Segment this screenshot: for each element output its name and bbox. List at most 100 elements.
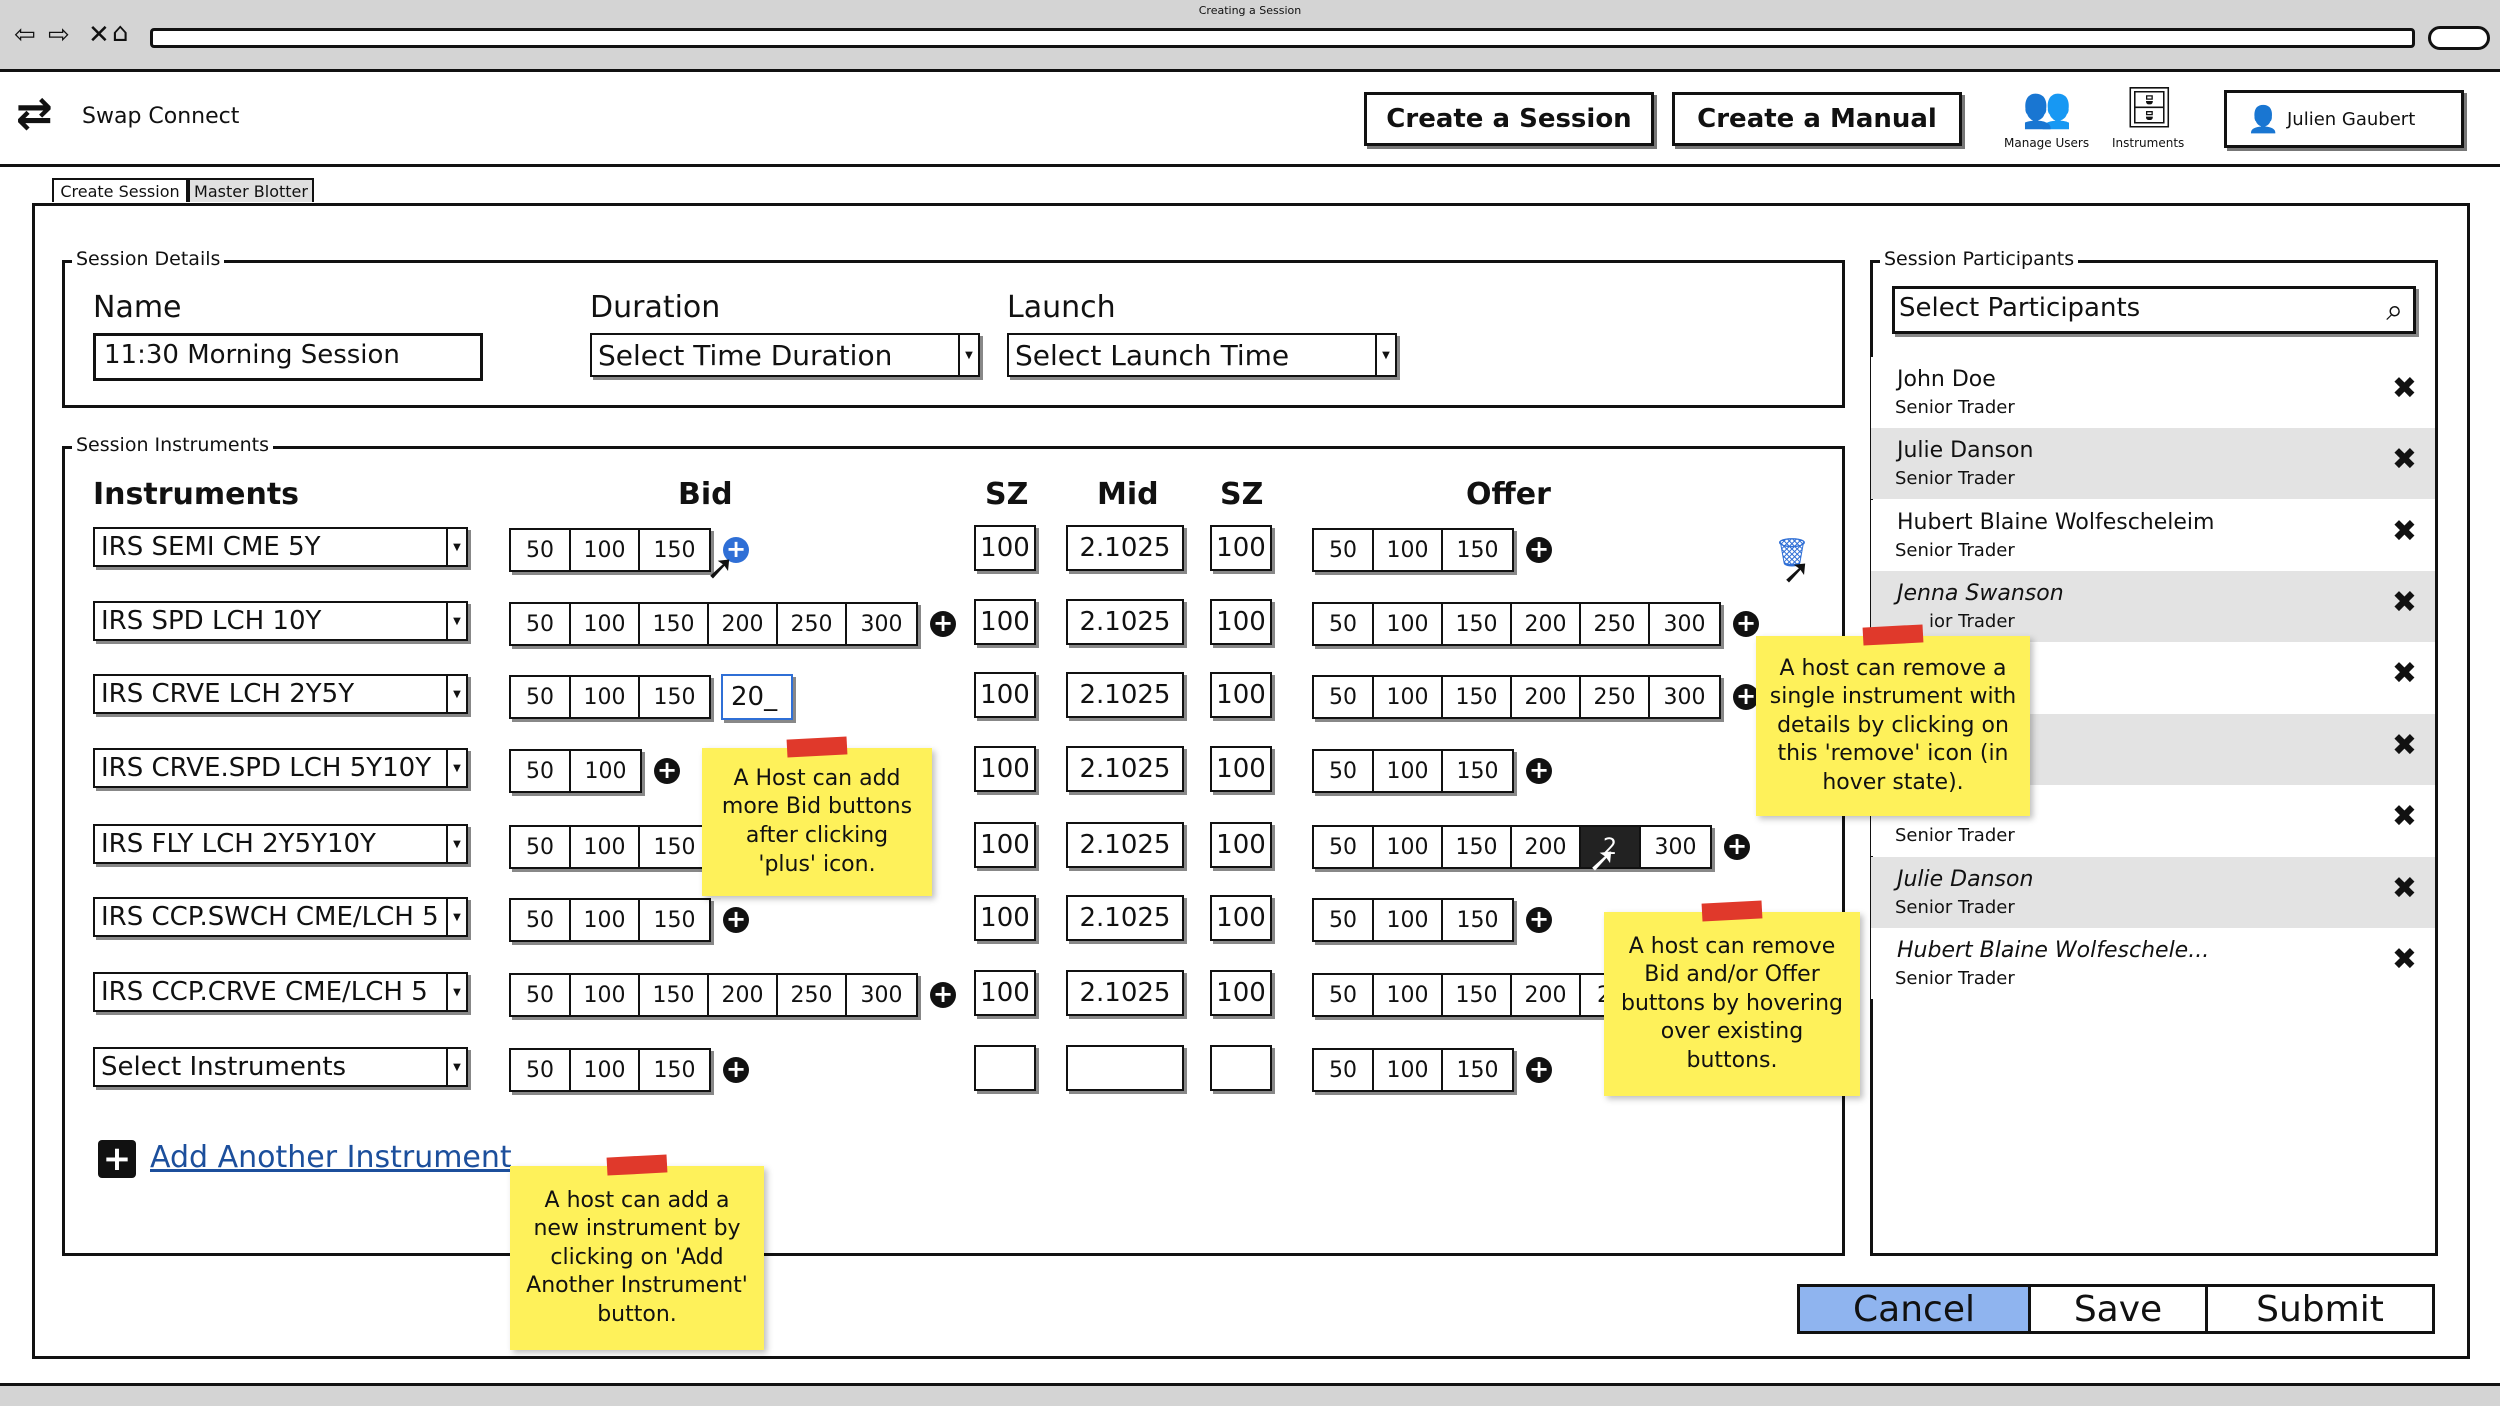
bid-button[interactable]: 100 — [571, 751, 640, 791]
name-input[interactable]: 11:30 Morning Session — [93, 333, 483, 381]
offer-button[interactable]: 150 — [1443, 1050, 1512, 1090]
bid-button[interactable]: 150 — [640, 677, 709, 717]
bid-button[interactable]: 150 — [640, 530, 709, 570]
bid-button[interactable]: 150 — [640, 604, 709, 644]
participants-search-input[interactable]: Select Participants ⌕ — [1892, 286, 2416, 334]
mid-field[interactable] — [1066, 1045, 1184, 1091]
participant-item[interactable]: Hubert Blaine Wolfescheleim Senior Trader… — [1871, 500, 2435, 571]
bid-button[interactable]: 100 — [571, 530, 640, 570]
size-field[interactable] — [974, 1045, 1036, 1091]
remove-participant-icon[interactable]: ✖ — [2392, 728, 2417, 763]
tab-master-blotter[interactable]: Master Blotter — [188, 178, 314, 202]
remove-participant-icon[interactable]: ✖ — [2392, 656, 2417, 691]
horizontal-scrollbar[interactable] — [0, 1383, 2500, 1406]
bid-button[interactable]: 100 — [571, 900, 640, 940]
bid-button[interactable]: 150 — [640, 975, 709, 1015]
size-field[interactable]: 100 — [974, 599, 1036, 645]
bid-button[interactable]: 300 — [847, 975, 916, 1015]
remove-participant-icon[interactable]: ✖ — [2392, 871, 2417, 906]
offer-button[interactable]: 150 — [1443, 975, 1512, 1015]
add-bid-icon[interactable]: + — [930, 982, 956, 1008]
add-offer-icon[interactable]: + — [1526, 537, 1552, 563]
offer-button[interactable]: 200 — [1512, 827, 1581, 867]
bid-button[interactable]: 50 — [511, 975, 571, 1015]
size-field[interactable]: 100 — [1210, 746, 1272, 792]
offer-button[interactable]: 100 — [1374, 677, 1443, 717]
size-field[interactable]: 100 — [974, 672, 1036, 718]
back-icon[interactable]: ⇦ — [14, 20, 36, 50]
offer-button[interactable]: 100 — [1374, 900, 1443, 940]
mid-field[interactable]: 2.1025 — [1066, 599, 1184, 645]
search-icon[interactable]: ⌕ — [2386, 293, 2403, 328]
size-field[interactable]: 100 — [974, 970, 1036, 1016]
instrument-select[interactable]: IRS CCP.SWCH CME/LCH 5 ▼ — [93, 897, 468, 937]
database-icon[interactable]: 🗄 — [2124, 84, 2175, 131]
offer-button[interactable]: 100 — [1374, 604, 1443, 644]
size-field[interactable]: 100 — [974, 895, 1036, 941]
size-field[interactable]: 100 — [1210, 895, 1272, 941]
bid-button[interactable]: 50 — [511, 827, 571, 867]
remove-participant-icon[interactable]: ✖ — [2392, 442, 2417, 477]
duration-select[interactable]: Select Time Duration ▼ — [590, 333, 980, 377]
add-offer-icon[interactable]: + — [1526, 907, 1552, 933]
bid-button[interactable]: 50 — [511, 677, 571, 717]
mid-field[interactable]: 2.1025 — [1066, 672, 1184, 718]
offer-button[interactable]: 50 — [1314, 827, 1374, 867]
bid-button[interactable]: 150 — [640, 827, 709, 867]
offer-button[interactable]: 150 — [1443, 530, 1512, 570]
save-button[interactable]: Save — [2031, 1284, 2208, 1334]
bid-button[interactable]: 50 — [511, 604, 571, 644]
add-offer-icon[interactable]: + — [1724, 834, 1750, 860]
bid-button[interactable]: 250 — [778, 604, 847, 644]
cancel-button[interactable]: Cancel — [1797, 1284, 2031, 1334]
bid-button[interactable]: 150 — [640, 900, 709, 940]
offer-button[interactable]: 50 — [1314, 530, 1374, 570]
offer-button[interactable]: 150 — [1443, 677, 1512, 717]
offer-button[interactable]: 100 — [1374, 827, 1443, 867]
users-icon[interactable]: 👥 — [2022, 84, 2072, 131]
participant-item[interactable]: Hubert Blaine Wolfeschele... Senior Trade… — [1871, 928, 2435, 999]
home-icon[interactable]: ⌂ — [112, 18, 129, 48]
close-icon[interactable]: ✕ — [88, 20, 110, 50]
participant-item[interactable]: Jenna Swanson ior Trader ✖ — [1871, 571, 2435, 642]
participant-item[interactable]: Julie Danson Senior Trader ✖ — [1871, 428, 2435, 499]
search-field[interactable] — [2428, 26, 2490, 50]
size-field[interactable] — [1210, 1045, 1272, 1091]
size-field[interactable]: 100 — [1210, 970, 1272, 1016]
remove-participant-icon[interactable]: ✖ — [2392, 585, 2417, 620]
offer-button[interactable]: 100 — [1374, 975, 1443, 1015]
remove-participant-icon[interactable]: ✖ — [2392, 942, 2417, 977]
offer-button[interactable]: 200 — [1512, 975, 1581, 1015]
mid-field[interactable]: 2.1025 — [1066, 746, 1184, 792]
offer-button[interactable]: 50 — [1314, 900, 1374, 940]
mid-field[interactable]: 2.1025 — [1066, 822, 1184, 868]
mid-field[interactable]: 2.1025 — [1066, 895, 1184, 941]
offer-button[interactable]: 250 — [1581, 677, 1650, 717]
instrument-select[interactable]: IRS SPD LCH 10Y ▼ — [93, 601, 468, 641]
add-bid-icon[interactable]: + — [723, 907, 749, 933]
offer-button[interactable]: 150 — [1443, 900, 1512, 940]
bid-button[interactable]: 250 — [778, 975, 847, 1015]
participant-item[interactable]: John Doe Senior Trader ✖ — [1871, 357, 2435, 428]
bid-button[interactable]: 200 — [709, 604, 778, 644]
offer-button[interactable]: 50 — [1314, 751, 1374, 791]
offer-button[interactable]: 50 — [1314, 1050, 1374, 1090]
instrument-select[interactable]: IRS SEMI CME 5Y ▼ — [93, 527, 468, 567]
size-field[interactable]: 100 — [1210, 822, 1272, 868]
instrument-select[interactable]: IRS CCP.CRVE CME/LCH 5 ▼ — [93, 972, 468, 1012]
add-bid-icon[interactable]: + — [723, 1057, 749, 1083]
create-manual-button[interactable]: Create a Manual — [1672, 92, 1962, 146]
submit-button[interactable]: Submit — [2208, 1284, 2435, 1334]
offer-button[interactable]: 300 — [1641, 827, 1710, 867]
bid-button[interactable]: 100 — [571, 604, 640, 644]
offer-button[interactable]: 50 — [1314, 975, 1374, 1015]
size-field[interactable]: 100 — [974, 525, 1036, 571]
offer-button[interactable]: 100 — [1374, 751, 1443, 791]
remove-participant-icon[interactable]: ✖ — [2392, 514, 2417, 549]
create-session-button[interactable]: Create a Session — [1364, 92, 1654, 146]
address-bar[interactable] — [150, 28, 2415, 48]
add-bid-icon[interactable]: + — [654, 758, 680, 784]
remove-participant-icon[interactable]: ✖ — [2392, 799, 2417, 834]
offer-button[interactable]: 50 — [1314, 677, 1374, 717]
bid-button[interactable]: 50 — [511, 530, 571, 570]
